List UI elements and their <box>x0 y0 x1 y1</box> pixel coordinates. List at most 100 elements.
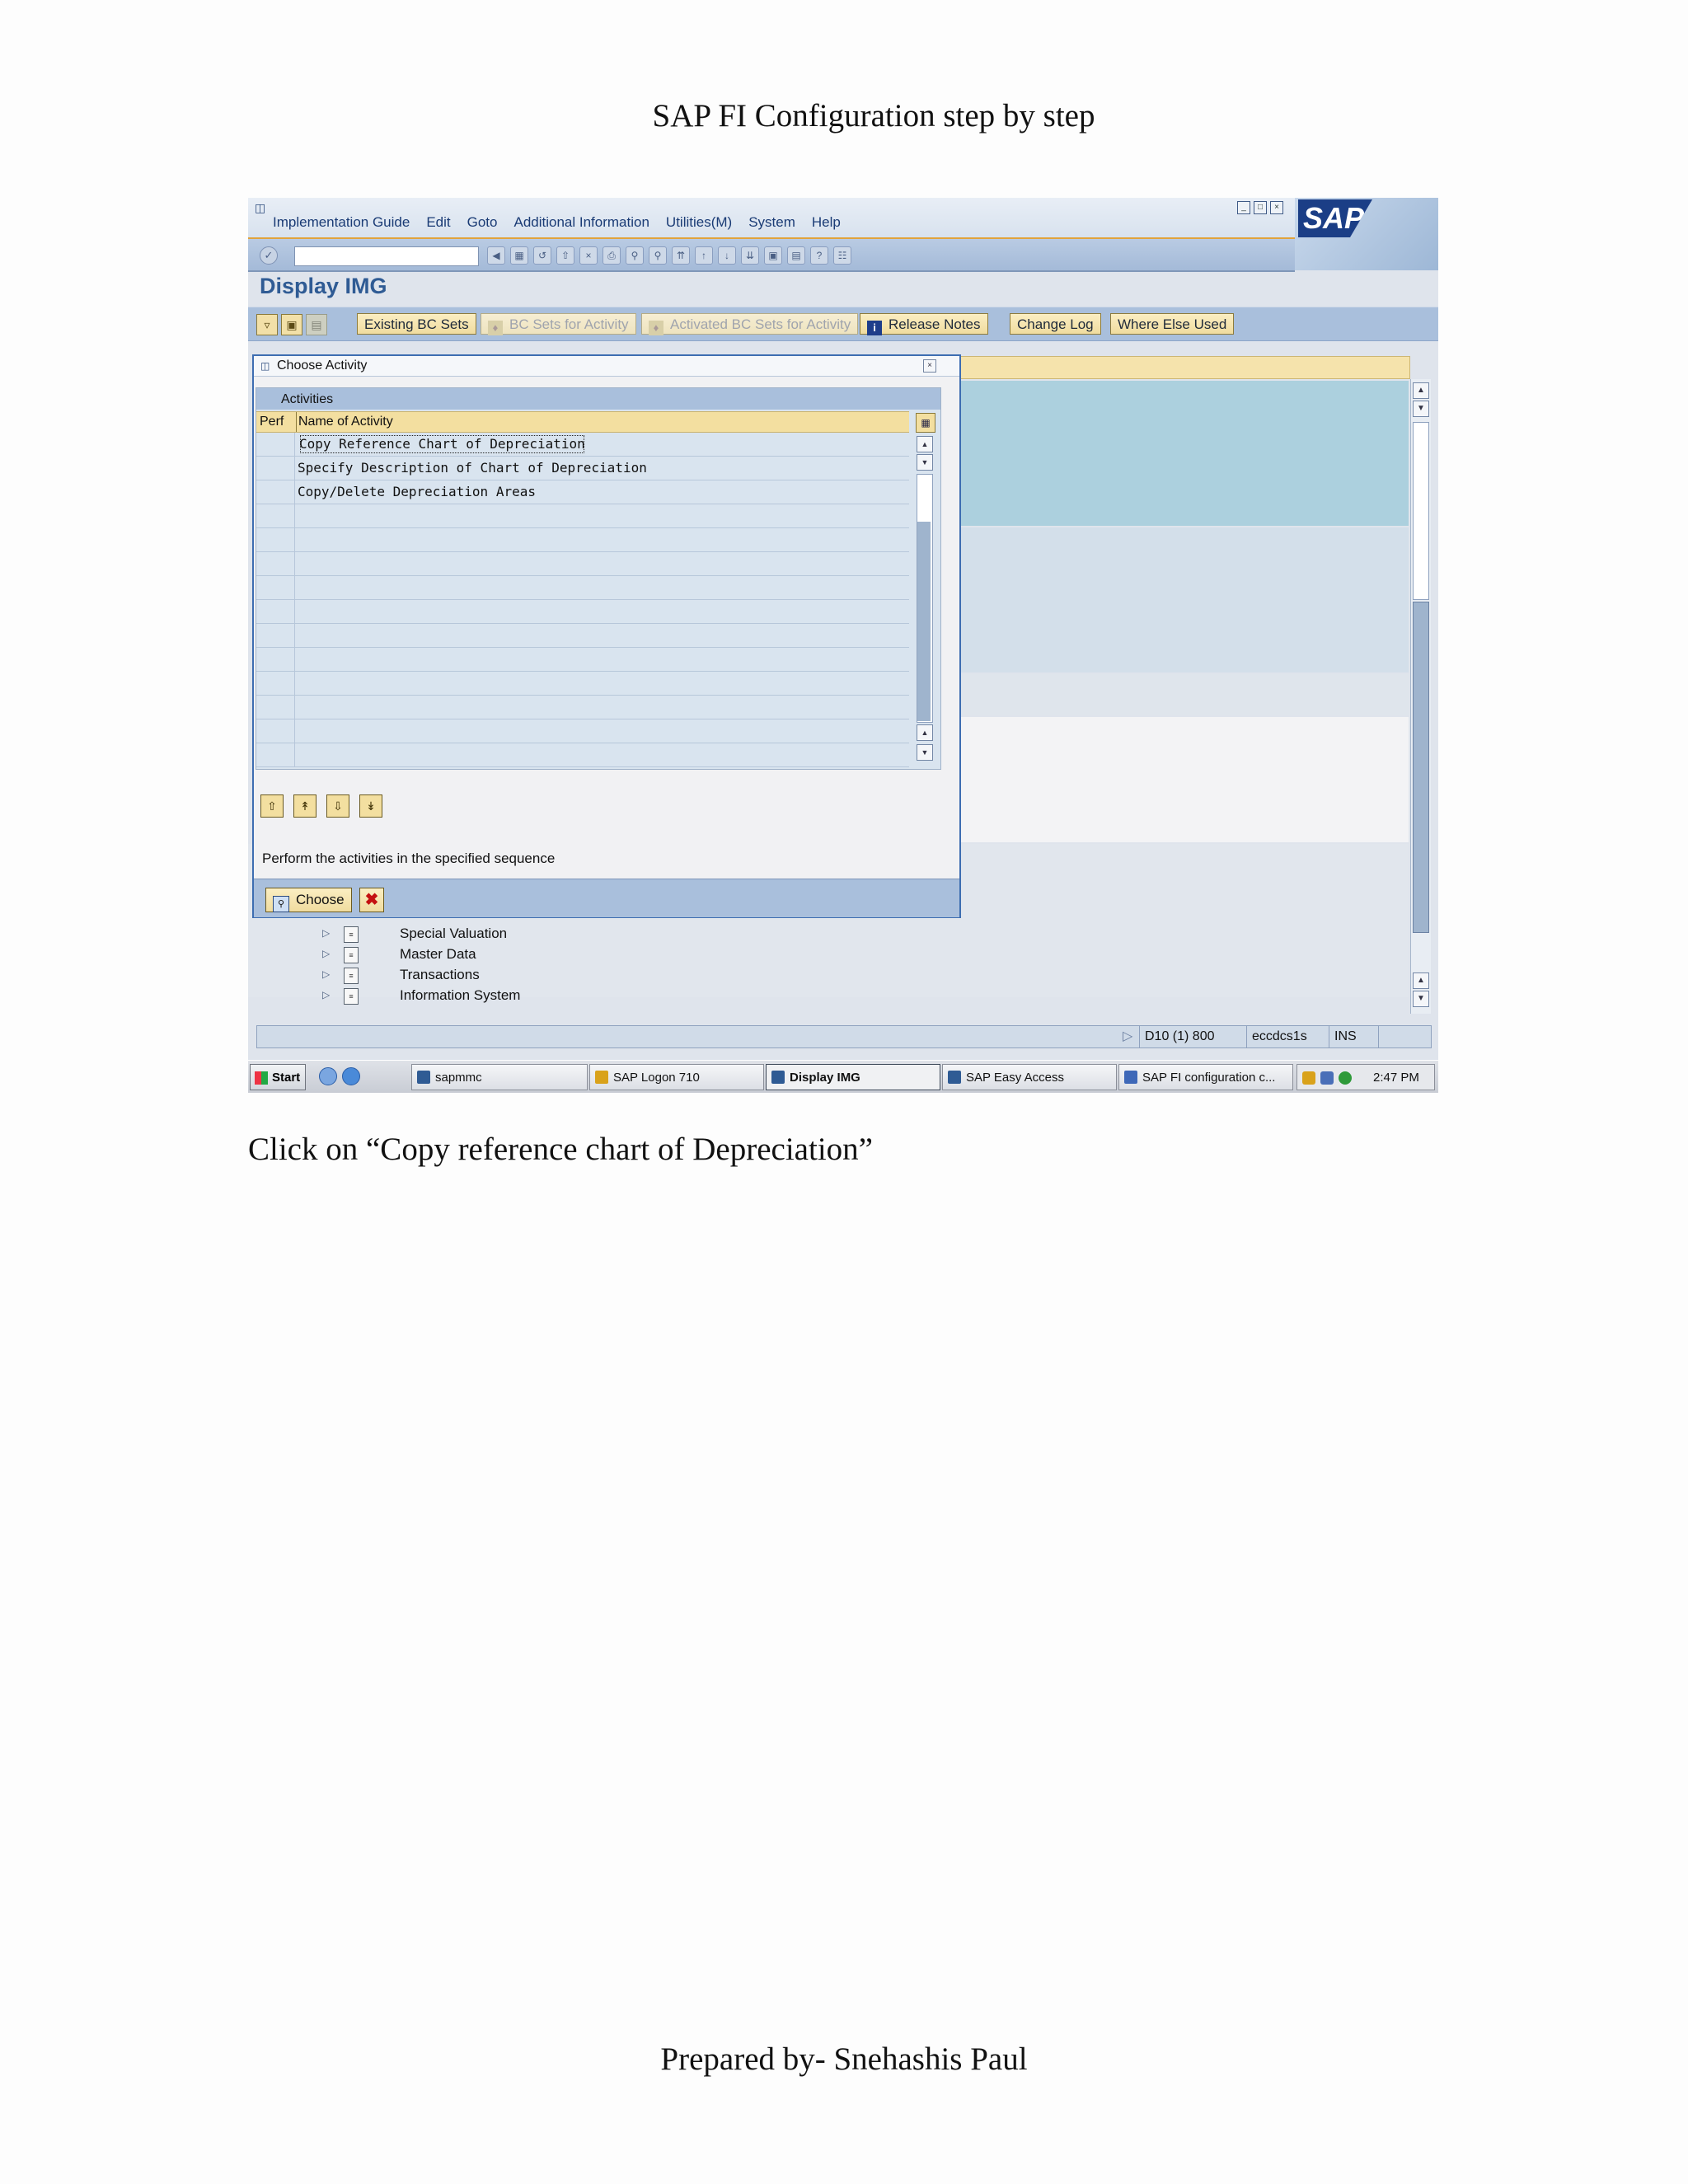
command-field[interactable] <box>294 246 479 266</box>
cancel-icon[interactable]: × <box>579 246 598 265</box>
show-desktop-icon[interactable] <box>319 1067 337 1085</box>
menu-help[interactable]: Help <box>812 214 841 231</box>
expand-triangle-icon[interactable]: ▷ <box>322 944 330 964</box>
back-icon[interactable]: ↺ <box>533 246 551 265</box>
shortcut-icon[interactable]: ▤ <box>787 246 805 265</box>
activity-name[interactable]: Copy/Delete Depreciation Areas <box>298 480 536 504</box>
tray-sap-icon[interactable] <box>1302 1071 1315 1085</box>
table-row <box>256 672 909 696</box>
document-icon: ≡ <box>344 988 359 1005</box>
table-row[interactable]: Copy/Delete Depreciation Areas <box>256 480 909 504</box>
first-page-icon[interactable]: ⇈ <box>672 246 690 265</box>
table-row[interactable]: Copy Reference Chart of Depreciation <box>256 433 909 457</box>
new-session-icon[interactable]: ▣ <box>764 246 782 265</box>
expand-triangle-icon[interactable]: ▷ <box>322 923 330 944</box>
change-log-button[interactable]: Change Log <box>1010 313 1101 335</box>
scroll-up-icon[interactable]: ▲ <box>1413 382 1429 399</box>
task-sap-logon[interactable]: SAP Logon 710 <box>589 1064 764 1090</box>
close-window-icon[interactable]: × <box>1270 201 1283 214</box>
activity-table: Copy Reference Chart of Depreciation Spe… <box>256 433 909 767</box>
cancel-button[interactable]: ✖ <box>359 888 384 912</box>
menu-goto[interactable]: Goto <box>467 214 498 231</box>
move-bottom-icon[interactable]: ↡ <box>359 794 382 818</box>
window-menu-icon[interactable]: ◫ <box>255 201 268 214</box>
scroll-thumb[interactable] <box>1413 602 1429 933</box>
activity-name[interactable]: Specify Description of Chart of Deprecia… <box>298 457 647 480</box>
next-page-icon[interactable]: ↓ <box>718 246 736 265</box>
save-icon[interactable]: ▦ <box>510 246 528 265</box>
back-arrow-icon[interactable]: ◀ <box>487 246 505 265</box>
table-settings-icon[interactable]: ▦ <box>916 413 935 433</box>
menu-edit[interactable]: Edit <box>426 214 450 231</box>
sap-screenshot: ◫ Implementation Guide Edit Goto Additio… <box>248 198 1438 1093</box>
expand-icon[interactable]: ▿ <box>256 314 278 335</box>
expand-triangle-icon[interactable]: ▷ <box>322 964 330 985</box>
tray-status-icon[interactable] <box>1339 1071 1352 1085</box>
find-icon[interactable]: ⚲ <box>626 246 644 265</box>
img-column-header <box>957 356 1410 379</box>
help-icon[interactable]: ? <box>810 246 828 265</box>
task-word-document[interactable]: SAP FI configuration c... <box>1118 1064 1293 1090</box>
menu-system[interactable]: System <box>748 214 795 231</box>
expand-triangle-icon[interactable]: ▷ <box>322 985 330 1005</box>
start-button[interactable]: Start <box>250 1064 306 1090</box>
choose-button[interactable]: ⚲ Choose <box>265 888 352 912</box>
perf-cell[interactable] <box>256 433 295 456</box>
activated-bc-sets-button[interactable]: ♦ Activated BC Sets for Activity <box>641 313 859 335</box>
move-up-icon[interactable]: ⇧ <box>260 794 284 818</box>
activities-scrollbar[interactable]: ▲ ▼ ▲ ▼ <box>916 436 934 766</box>
sequence-icons: ⇧ ↟ ⇩ ↡ <box>260 794 382 818</box>
where-else-used-button[interactable]: Where Else Used <box>1110 313 1235 335</box>
scroll-up-icon-2[interactable]: ▲ <box>917 724 933 741</box>
tree-node-label: Special Valuation <box>400 926 508 941</box>
scroll-down-icon-2[interactable]: ▼ <box>1413 991 1429 1007</box>
perf-cell[interactable] <box>256 457 295 480</box>
name-column-header[interactable]: Name of Activity <box>296 412 393 432</box>
task-sapmmc[interactable]: sapmmc <box>411 1064 588 1090</box>
task-sap-easy-access[interactable]: SAP Easy Access <box>942 1064 1117 1090</box>
activities-column-header: Perf Name of Activity <box>256 411 909 433</box>
menu-implementation-guide[interactable]: Implementation Guide <box>273 214 410 231</box>
standard-toolbar: ✓ ◀ ▦ ↺ ⇧ × ⎙ ⚲ ⚲ ⇈ ↑ ↓ ⇊ ▣ ▤ ? ☷ <box>248 239 1295 272</box>
scroll-up-icon-2[interactable]: ▲ <box>1413 972 1429 989</box>
status-triangle-icon[interactable]: ▷ <box>1118 1026 1137 1047</box>
print-icon[interactable]: ⎙ <box>603 246 621 265</box>
document-footer: Prepared by- Snehashis Paul <box>660 2041 1028 2077</box>
menu-utilities[interactable]: Utilities(M) <box>666 214 732 231</box>
move-down-icon[interactable]: ⇩ <box>326 794 349 818</box>
internet-explorer-icon[interactable] <box>342 1067 360 1085</box>
sapmmc-icon <box>417 1071 430 1084</box>
scroll-down-icon[interactable]: ▼ <box>917 454 933 471</box>
existing-bc-sets-button[interactable]: Existing BC Sets <box>357 313 476 335</box>
dialog-close-icon[interactable]: × <box>923 359 936 373</box>
last-page-icon[interactable]: ⇊ <box>741 246 759 265</box>
exit-icon[interactable]: ⇧ <box>556 246 574 265</box>
scroll-down-icon[interactable]: ▼ <box>1413 401 1429 417</box>
note-icon[interactable]: ▣ <box>281 314 302 335</box>
task-display-img[interactable]: Display IMG <box>766 1064 940 1090</box>
menu-additional-information[interactable]: Additional Information <box>513 214 649 231</box>
perf-column-header[interactable]: Perf <box>260 412 284 432</box>
find-next-icon[interactable]: ⚲ <box>649 246 667 265</box>
move-top-icon[interactable]: ↟ <box>293 794 316 818</box>
scroll-up-icon[interactable]: ▲ <box>917 436 933 452</box>
release-notes-button[interactable]: i Release Notes <box>860 313 988 335</box>
restore-icon[interactable]: □ <box>1254 201 1267 214</box>
menu-bar: ◫ Implementation Guide Edit Goto Additio… <box>248 198 1438 239</box>
enter-icon[interactable]: ✓ <box>260 246 278 265</box>
minimize-icon[interactable]: _ <box>1237 201 1250 214</box>
bc-sets-for-activity-button[interactable]: ♦ BC Sets for Activity <box>481 313 636 335</box>
tray-network-icon[interactable] <box>1320 1071 1334 1085</box>
bookmark-icon[interactable]: ▤ <box>306 314 327 335</box>
start-label: Start <box>272 1071 301 1085</box>
layout-menu-icon[interactable]: ☷ <box>833 246 851 265</box>
table-row[interactable]: Specify Description of Chart of Deprecia… <box>256 457 909 480</box>
previous-page-icon[interactable]: ↑ <box>695 246 713 265</box>
scroll-thumb[interactable] <box>917 522 931 721</box>
release-notes-label: Release Notes <box>889 316 981 332</box>
scroll-down-icon-2[interactable]: ▼ <box>917 744 933 761</box>
sap-logo-mark: SAP <box>1298 199 1372 237</box>
perf-cell[interactable] <box>256 480 295 504</box>
main-scrollbar[interactable]: ▲ ▼ ▲ ▼ <box>1410 379 1431 1014</box>
activity-name[interactable]: Copy Reference Chart of Depreciation <box>298 433 587 456</box>
